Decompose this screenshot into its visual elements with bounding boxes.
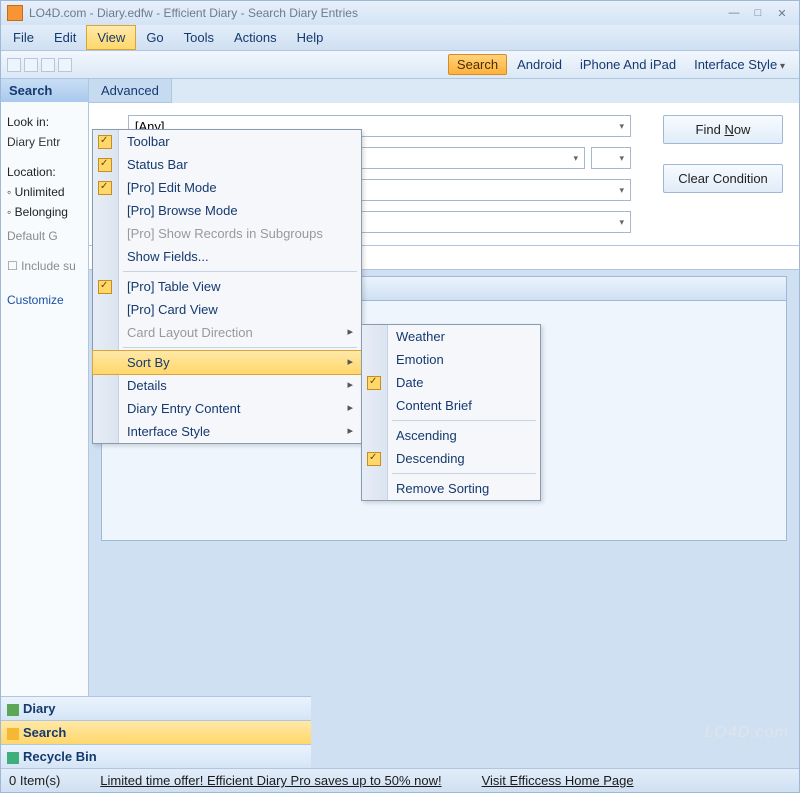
view-menu-separator: [123, 271, 357, 272]
toolbar-icon-3[interactable]: [41, 58, 55, 72]
status-homepage-link[interactable]: Visit Efficcess Home Page: [482, 773, 634, 788]
view-menu-item-pro-edit-mode[interactable]: [Pro] Edit Mode: [93, 176, 361, 199]
main-toolbar: Search Android iPhone And iPad Interface…: [1, 51, 799, 79]
sortby-item-descending[interactable]: Descending: [362, 447, 540, 470]
clear-condition-button[interactable]: Clear Condition: [663, 164, 783, 193]
nav-recycle[interactable]: Recycle Bin: [1, 744, 311, 768]
search-buttons: Find Now Clear Condition: [663, 115, 783, 193]
sortby-item-weather[interactable]: Weather: [362, 325, 540, 348]
look-in-label: Look in:: [7, 112, 82, 132]
menu-bar: File Edit View Go Tools Actions Help: [1, 25, 799, 51]
toolbar-interface-style-button[interactable]: Interface Style: [686, 55, 793, 74]
view-menu-item-diary-entry-content[interactable]: Diary Entry Content: [93, 397, 361, 420]
menu-view[interactable]: View: [86, 25, 136, 50]
radio-belonging[interactable]: ◦ Belonging: [7, 202, 82, 222]
sortby-separator: [392, 420, 536, 421]
menu-go[interactable]: Go: [136, 25, 173, 50]
location-label: Location:: [7, 162, 82, 182]
view-menu-item-pro-browse-mode[interactable]: [Pro] Browse Mode: [93, 199, 361, 222]
toolbar-iphone-button[interactable]: iPhone And iPad: [572, 55, 684, 74]
menu-edit[interactable]: Edit: [44, 25, 86, 50]
check-icon: [367, 376, 381, 390]
title-bar: LO4D.com - Diary.edfw - Efficient Diary …: [1, 1, 799, 25]
sidebar-content: Look in: Diary Entr Location: ◦ Unlimite…: [1, 102, 88, 768]
include-subgroups-check[interactable]: ☐ Include su: [7, 256, 82, 276]
maximize-button[interactable]: □: [747, 5, 769, 21]
diary-icon: [7, 704, 19, 716]
toolbar-icon-4[interactable]: [58, 58, 72, 72]
view-menu-item-pro-card-view[interactable]: [Pro] Card View: [93, 298, 361, 321]
toolbar-search-button[interactable]: Search: [448, 54, 507, 75]
check-icon: [98, 135, 112, 149]
view-menu-item-details[interactable]: Details: [93, 374, 361, 397]
sortby-item-emotion[interactable]: Emotion: [362, 348, 540, 371]
body-area: Search Look in: Diary Entr Location: ◦ U…: [1, 79, 799, 768]
check-icon: [98, 181, 112, 195]
sortby-separator: [392, 473, 536, 474]
sidebar-title: Search: [1, 79, 88, 102]
check-icon: [367, 452, 381, 466]
view-menu-separator: [123, 347, 357, 348]
sortby-item-ascending[interactable]: Ascending: [362, 424, 540, 447]
view-menu-item-pro-table-view[interactable]: [Pro] Table View: [93, 275, 361, 298]
view-menu-item-sort-by[interactable]: Sort By: [92, 350, 362, 375]
view-menu-item-card-layout-direction: Card Layout Direction: [93, 321, 361, 344]
minimize-button[interactable]: —: [723, 5, 745, 21]
toolbar-icon-2[interactable]: [24, 58, 38, 72]
close-button[interactable]: ✕: [771, 5, 793, 21]
view-menu-item-status-bar[interactable]: Status Bar: [93, 153, 361, 176]
view-dropdown-menu: ToolbarStatus Bar[Pro] Edit Mode[Pro] Br…: [92, 129, 362, 444]
menu-file[interactable]: File: [3, 25, 44, 50]
menu-tools[interactable]: Tools: [174, 25, 224, 50]
nav-diary[interactable]: Diary: [1, 696, 311, 720]
look-in-value[interactable]: Diary Entr: [7, 132, 82, 152]
toolbar-mini-icons: [7, 58, 72, 72]
view-menu-item-toolbar[interactable]: Toolbar: [93, 130, 361, 153]
view-menu-item-pro-show-records-in-subgroups: [Pro] Show Records in Subgroups: [93, 222, 361, 245]
view-menu-item-show-fields[interactable]: Show Fields...: [93, 245, 361, 268]
nav-search[interactable]: Search: [1, 720, 311, 744]
view-menu-item-interface-style[interactable]: Interface Style: [93, 420, 361, 443]
menu-help[interactable]: Help: [287, 25, 334, 50]
window-title: LO4D.com - Diary.edfw - Efficient Diary …: [29, 6, 723, 20]
toolbar-icon-1[interactable]: [7, 58, 21, 72]
status-bar: 0 Item(s) Limited time offer! Efficient …: [1, 768, 799, 792]
sort-by-submenu: WeatherEmotionDateContent Brief Ascending…: [361, 324, 541, 501]
sortby-item-remove-sorting[interactable]: Remove Sorting: [362, 477, 540, 500]
check-icon: [98, 158, 112, 172]
menu-actions[interactable]: Actions: [224, 25, 287, 50]
check-icon: [98, 280, 112, 294]
status-promo-link[interactable]: Limited time offer! Efficient Diary Pro …: [100, 773, 441, 788]
search-sidebar: Search Look in: Diary Entr Location: ◦ U…: [1, 79, 89, 768]
toolbar-android-button[interactable]: Android: [509, 55, 570, 74]
radio-unlimited[interactable]: ◦ Unlimited: [7, 182, 82, 202]
sortby-item-date[interactable]: Date: [362, 371, 540, 394]
search-icon: [7, 728, 19, 740]
sortby-item-content-brief[interactable]: Content Brief: [362, 394, 540, 417]
criteria-value-input[interactable]: [591, 147, 631, 169]
app-icon: [7, 5, 23, 21]
customize-link[interactable]: Customize: [7, 290, 82, 310]
search-tabs: Advanced: [89, 79, 799, 103]
status-item-count: 0 Item(s): [9, 773, 60, 788]
tab-advanced[interactable]: Advanced: [89, 79, 172, 103]
nav-sections: Diary Search Recycle Bin: [1, 696, 311, 768]
find-now-button[interactable]: Find Now: [663, 115, 783, 144]
recycle-icon: [7, 752, 19, 764]
default-group-field: Default G: [7, 226, 82, 246]
window-buttons: — □ ✕: [723, 5, 793, 21]
